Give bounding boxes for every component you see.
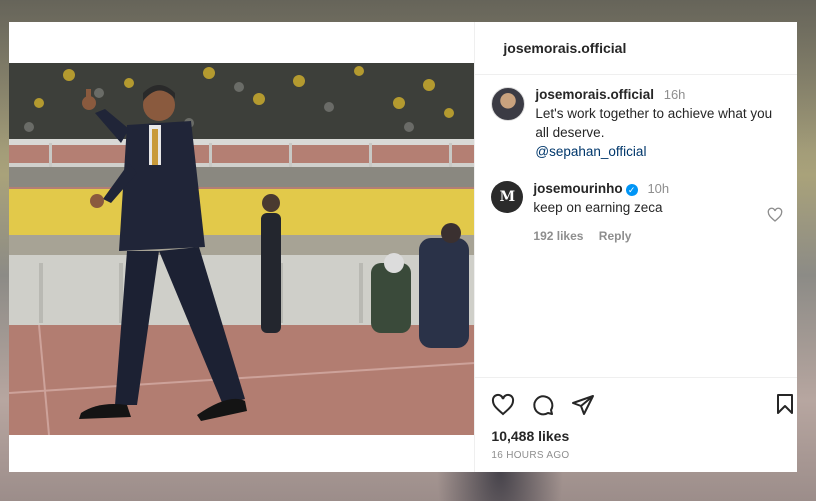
comment-like-heart-icon[interactable]	[767, 207, 783, 223]
verified-badge-icon: ✓	[625, 184, 638, 196]
caption-time: 16h	[663, 87, 686, 102]
comment-time: 10h	[647, 181, 670, 196]
action-icons	[491, 392, 797, 418]
heart-icon[interactable]	[491, 393, 515, 417]
owner-avatar[interactable]	[491, 87, 526, 121]
post-sidebar: josemorais.official josemorais.official …	[474, 22, 797, 472]
share-icon[interactable]	[571, 393, 595, 417]
post-actions: 10,488 likes 16 HOURS AGO	[475, 377, 797, 461]
comment-likes[interactable]: 192 likes	[533, 229, 583, 243]
post-card: josemorais.official josemorais.official …	[9, 22, 797, 472]
caption-text: Let's work together to achieve what you …	[535, 106, 773, 140]
comment-text: keep on earning zeca	[533, 200, 663, 215]
caption-mention[interactable]: @sepahan_official	[535, 144, 646, 159]
comment-body: josemourinho ✓ 10h keep on earning zeca 1…	[533, 179, 781, 246]
commenter-avatar[interactable]: M	[491, 181, 524, 213]
comment-icon[interactable]	[531, 393, 555, 417]
post-header: josemorais.official	[475, 22, 797, 75]
reply-button[interactable]: Reply	[599, 229, 632, 243]
header-username[interactable]: josemorais.official	[503, 40, 626, 56]
comment-item: M josemourinho ✓ 10h keep on earning zeca…	[491, 179, 781, 246]
bookmark-icon[interactable]	[773, 392, 797, 416]
comment-meta: 192 likes Reply	[533, 227, 781, 246]
comments-list: josemorais.official 16h Let's work toget…	[475, 75, 797, 246]
post-photo[interactable]	[9, 63, 475, 435]
comment-username[interactable]: josemourinho	[533, 181, 622, 196]
post-media	[9, 22, 475, 472]
caption-body: josemorais.official 16h Let's work toget…	[535, 85, 781, 161]
post-likes[interactable]: 10,488 likes	[491, 428, 797, 444]
caption: josemorais.official 16h Let's work toget…	[491, 85, 781, 161]
avatar-initials: M	[499, 189, 516, 205]
post-time-ago: 16 HOURS AGO	[491, 450, 570, 461]
photo-illustration	[9, 63, 475, 435]
caption-username[interactable]: josemorais.official	[535, 87, 654, 102]
